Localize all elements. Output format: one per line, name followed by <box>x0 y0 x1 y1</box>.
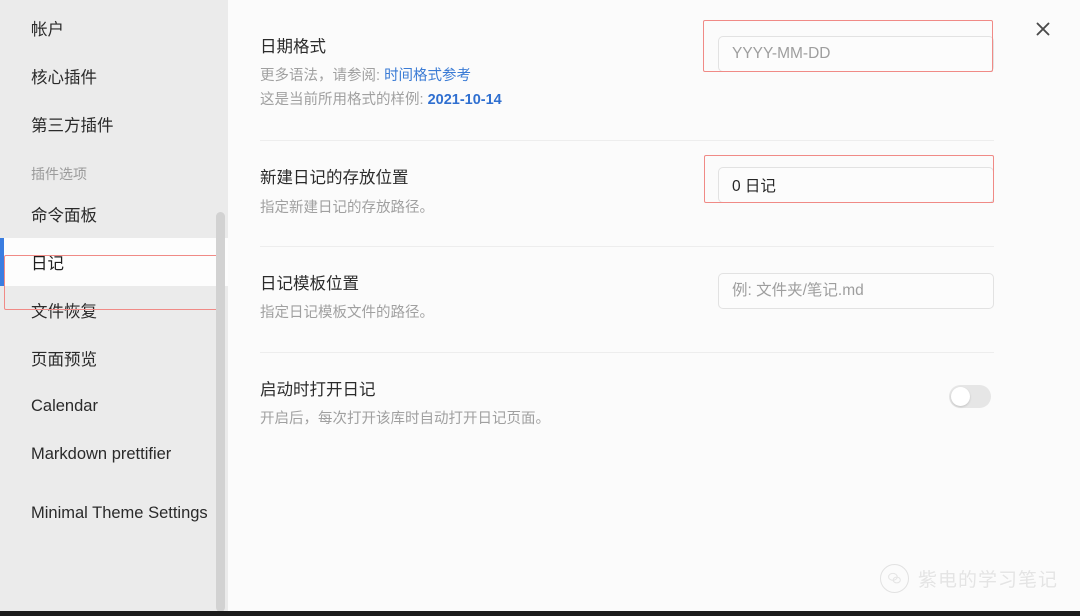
sidebar-item-command-palette[interactable]: 命令面板 <box>0 190 228 238</box>
sidebar-item-label: 帐户 <box>31 21 64 39</box>
setting-sample-line: 这是当前所用格式的样例: 2021-10-14 <box>260 89 502 112</box>
sidebar-section-label: 插件选项 <box>31 166 87 182</box>
setting-title: 日期格式 <box>260 38 326 56</box>
settings-content-panel: 日期格式 更多语法，请参阅: 时间格式参考 这是当前所用格式的样例: 2021-… <box>228 0 1080 611</box>
sidebar-item-markdown-prettifier[interactable]: Markdown prettifier <box>0 430 228 478</box>
wechat-glyph-icon <box>888 572 901 584</box>
sidebar-section-plugin-options: 插件选项 <box>0 148 228 190</box>
sidebar-item-label: 页面预览 <box>31 351 97 369</box>
sidebar-item-calendar[interactable]: Calendar <box>0 382 228 430</box>
setting-control-open-on-startup <box>949 377 994 408</box>
sidebar-item-core-plugins[interactable]: 核心插件 <box>0 52 228 100</box>
watermark: 紫电的学习笔记 <box>879 564 1058 593</box>
close-button[interactable] <box>1026 12 1060 46</box>
setting-description: 指定日记模板文件的路径。 <box>260 305 434 322</box>
toggle-knob <box>951 386 970 406</box>
settings-sidebar: 帐户 核心插件 第三方插件 插件选项 命令面板 日记 文件恢复 页面预览 Cal… <box>0 0 228 611</box>
setting-control-template-location <box>718 271 994 309</box>
sidebar-item-label: Markdown prettifier <box>31 444 172 463</box>
sidebar-item-label: Minimal Theme Settings <box>31 504 208 523</box>
watermark-text: 紫电的学习笔记 <box>917 570 1058 591</box>
setting-sample-value: 2021-10-14 <box>427 91 502 108</box>
setting-row-open-on-startup: 启动时打开日记 开启后，每次打开该库时自动打开日记页面。 <box>260 353 994 458</box>
sidebar-item-account[interactable]: 帐户 <box>0 4 228 52</box>
setting-title: 日记模板位置 <box>260 274 359 293</box>
setting-control-date-format <box>703 20 994 72</box>
setting-sample-prefix: 这是当前所用格式的样例: <box>260 91 428 108</box>
setting-info-open-on-startup: 启动时打开日记 开启后，每次打开该库时自动打开日记页面。 <box>260 377 550 432</box>
close-icon <box>1036 22 1050 36</box>
date-format-reference-link[interactable]: 时间格式参考 <box>384 68 471 84</box>
setting-description-text: 更多语法，请参阅: <box>260 68 385 85</box>
sidebar-item-label: 日记 <box>31 255 64 273</box>
setting-control-new-file-location <box>704 155 994 204</box>
setting-title: 启动时打开日记 <box>260 380 376 399</box>
setting-info-template-location: 日记模板位置 指定日记模板文件的路径。 <box>260 271 434 326</box>
sidebar-item-minimal-theme-settings[interactable]: Minimal Theme Settings <box>0 478 228 550</box>
setting-row-template-location: 日记模板位置 指定日记模板文件的路径。 <box>260 247 994 353</box>
sidebar-item-label: Calendar <box>31 396 98 415</box>
sidebar-item-label: 第三方插件 <box>31 117 114 135</box>
wechat-logo-icon <box>879 564 909 593</box>
setting-row-date-format: 日期格式 更多语法，请参阅: 时间格式参考 这是当前所用格式的样例: 2021-… <box>260 0 994 142</box>
sidebar-item-page-preview[interactable]: 页面预览 <box>0 334 228 382</box>
sidebar-item-label: 核心插件 <box>31 69 97 87</box>
settings-window: 帐户 核心插件 第三方插件 插件选项 命令面板 日记 文件恢复 页面预览 Cal… <box>0 0 1080 616</box>
sidebar-item-label: 文件恢复 <box>31 303 97 321</box>
setting-title: 新建日记的存放位置 <box>260 169 409 188</box>
sidebar-scrollbar-thumb[interactable] <box>216 212 225 611</box>
setting-info-new-file-location: 新建日记的存放位置 指定新建日记的存放路径。 <box>260 165 434 220</box>
setting-info-date-format: 日期格式 更多语法，请参阅: 时间格式参考 这是当前所用格式的样例: 2021-… <box>260 34 502 112</box>
setting-description: 开启后，每次打开该库时自动打开日记页面。 <box>260 411 550 427</box>
sidebar-item-file-recovery[interactable]: 文件恢复 <box>0 286 228 334</box>
setting-description: 更多语法，请参阅: 时间格式参考 <box>260 65 502 88</box>
sidebar-item-community-plugins[interactable]: 第三方插件 <box>0 100 228 148</box>
new-file-location-input[interactable] <box>718 167 994 204</box>
sidebar-item-daily-notes[interactable]: 日记 <box>0 238 228 286</box>
open-on-startup-toggle[interactable] <box>949 384 991 408</box>
sidebar-item-label: 命令面板 <box>31 207 97 225</box>
template-location-input[interactable] <box>718 272 994 309</box>
setting-row-new-file-location: 新建日记的存放位置 指定新建日记的存放路径。 <box>260 141 994 247</box>
date-format-input[interactable] <box>718 36 994 72</box>
setting-description: 指定新建日记的存放路径。 <box>260 199 434 216</box>
